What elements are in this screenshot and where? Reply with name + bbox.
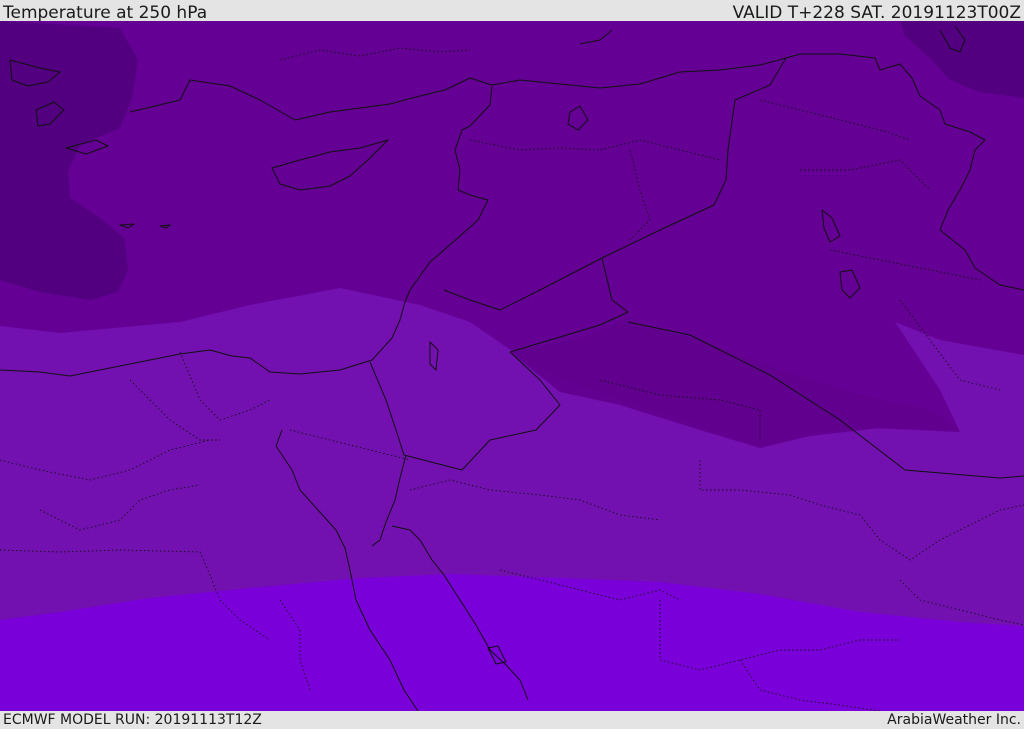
credit-label: ArabiaWeather Inc. bbox=[887, 712, 1021, 728]
header-bar: Temperature at 250 hPa VALID T+228 SAT. … bbox=[0, 0, 1024, 23]
map-frame: Temperature at 250 hPa VALID T+228 SAT. … bbox=[0, 0, 1024, 729]
map-canvas bbox=[0, 21, 1024, 711]
valid-time-label: VALID T+228 SAT. 20191123T00Z bbox=[732, 3, 1021, 23]
footer-bar: ECMWF MODEL RUN: 20191113T12Z ArabiaWeat… bbox=[0, 711, 1024, 729]
temperature-map bbox=[0, 21, 1024, 711]
model-run-label: ECMWF MODEL RUN: 20191113T12Z bbox=[3, 712, 262, 728]
map-title: Temperature at 250 hPa bbox=[3, 3, 208, 23]
